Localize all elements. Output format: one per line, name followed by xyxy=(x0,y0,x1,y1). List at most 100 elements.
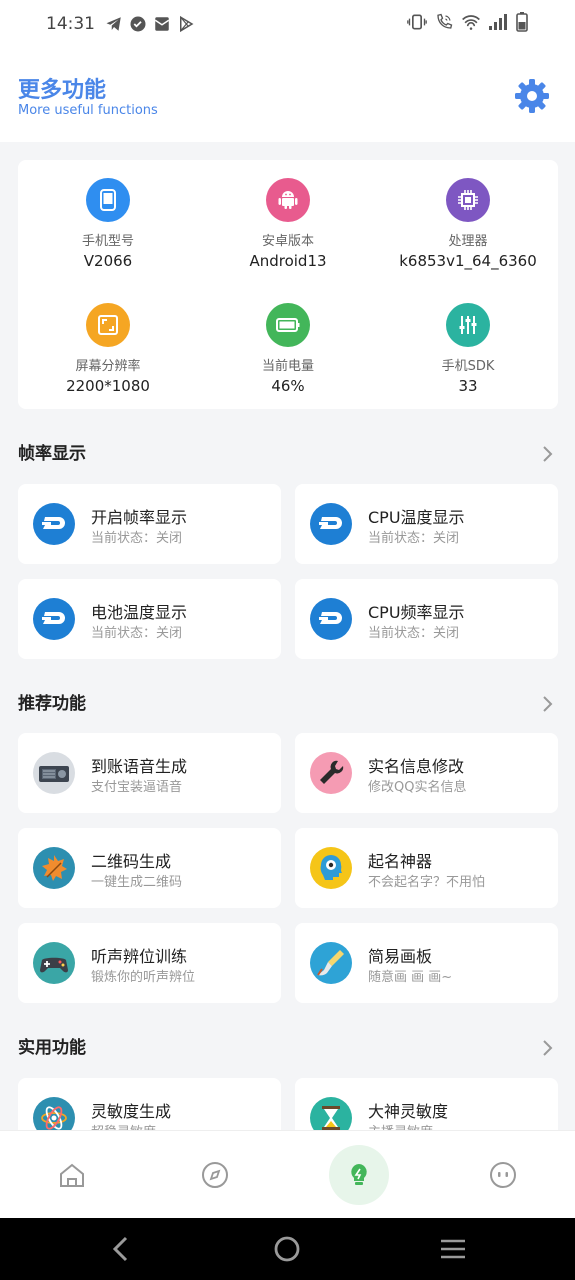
card-subtitle: 主播灵敏度 xyxy=(368,1121,433,1130)
card-title: CPU频率显示 xyxy=(368,603,465,622)
nav-home-icon[interactable] xyxy=(42,1145,102,1205)
chevron-right-icon[interactable] xyxy=(542,445,554,463)
info-label: 屏幕分辨率 xyxy=(75,359,141,374)
page-title: 更多功能 xyxy=(18,78,107,103)
card-title: 到账语音生成 xyxy=(91,757,188,776)
card-subtitle: 超稳灵敏度 xyxy=(91,1121,156,1130)
info-value: 33 xyxy=(458,377,478,395)
nav-bulb-icon[interactable] xyxy=(329,1145,389,1205)
card-realname-edit[interactable]: 实名信息修改 修改QQ实名信息 xyxy=(295,733,558,813)
dash-icon xyxy=(310,503,352,545)
section-title: 实用功能 xyxy=(18,1038,86,1058)
card-subtitle: 当前状态：关闭 xyxy=(91,531,183,546)
card-sensitivity-generator[interactable]: 灵敏度生成 超稳灵敏度 xyxy=(18,1078,281,1130)
battery-icon xyxy=(515,12,529,36)
card-cpu-freq[interactable]: CPU频率显示 当前状态：关闭 xyxy=(295,579,558,659)
settings-gear-icon[interactable] xyxy=(512,76,552,116)
status-time: 14:31 xyxy=(46,14,95,34)
home-circle-icon[interactable] xyxy=(272,1234,302,1264)
card-title: 简易画板 xyxy=(368,947,433,966)
signal-icon xyxy=(488,13,508,35)
nav-robot-icon[interactable] xyxy=(473,1145,533,1205)
info-phone-model: 手机型号 V2066 xyxy=(18,178,198,270)
page-subtitle: More useful functions xyxy=(18,103,158,118)
chevron-right-icon[interactable] xyxy=(542,1039,554,1057)
info-value: Android13 xyxy=(249,252,327,270)
radio-icon xyxy=(33,752,75,794)
chevron-right-icon[interactable] xyxy=(542,695,554,713)
mail-icon xyxy=(153,15,171,33)
card-sound-training[interactable]: 听声辨位训练 锻炼你的听声辨位 xyxy=(18,923,281,1003)
card-subtitle: 修改QQ实名信息 xyxy=(368,780,467,795)
battery-level-icon xyxy=(266,303,310,347)
card-subtitle: 不会起名字？不用怕 xyxy=(368,875,486,890)
card-title: 起名神器 xyxy=(368,852,433,871)
info-label: 手机SDK xyxy=(441,359,495,374)
card-title: CPU温度显示 xyxy=(368,508,465,527)
check-circle-icon xyxy=(129,15,147,33)
android-icon xyxy=(266,178,310,222)
dash-icon xyxy=(33,503,75,545)
leaf-icon xyxy=(33,847,75,889)
card-voice-generator[interactable]: 到账语音生成 支付宝装逼语音 xyxy=(18,733,281,813)
info-resolution: 屏幕分辨率 2200*1080 xyxy=(18,303,198,395)
info-android-version: 安卓版本 Android13 xyxy=(198,178,378,270)
phone-icon xyxy=(86,178,130,222)
recents-icon[interactable] xyxy=(438,1234,468,1264)
chip-icon xyxy=(446,178,490,222)
card-cpu-temp[interactable]: CPU温度显示 当前状态：关闭 xyxy=(295,484,558,564)
section-title: 推荐功能 xyxy=(18,694,86,714)
card-subtitle: 随意画 画 画~ xyxy=(368,970,453,985)
device-info-card: 手机型号 V2066 安卓版本 Android13 处理器 k6853v1_64… xyxy=(18,160,558,409)
nav-compass-icon[interactable] xyxy=(185,1145,245,1205)
info-battery: 当前电量 46% xyxy=(198,303,378,395)
info-sdk: 手机SDK 33 xyxy=(378,303,558,395)
info-label: 安卓版本 xyxy=(261,234,314,249)
card-drawing-board[interactable]: 简易画板 随意画 画 画~ xyxy=(295,923,558,1003)
card-title: 二维码生成 xyxy=(91,852,172,871)
info-label: 当前电量 xyxy=(261,359,314,374)
card-subtitle: 当前状态：关闭 xyxy=(91,626,183,641)
info-value: V2066 xyxy=(83,252,133,270)
gamepad-icon xyxy=(33,942,75,984)
info-value: k6853v1_64_6360 xyxy=(399,252,537,270)
wifi-icon xyxy=(461,13,481,35)
app-header: 更多功能 More useful functions xyxy=(0,48,575,142)
card-subtitle: 一键生成二维码 xyxy=(91,875,183,890)
telegram-icon xyxy=(105,15,123,33)
card-title: 灵敏度生成 xyxy=(91,1102,172,1121)
card-title: 电池温度显示 xyxy=(91,603,188,622)
wifi-call-icon xyxy=(434,13,454,35)
info-processor: 处理器 k6853v1_64_6360 xyxy=(378,178,558,270)
vibrate-icon xyxy=(407,13,427,35)
screen-icon xyxy=(86,303,130,347)
section-practical-header[interactable]: 实用功能 xyxy=(18,1033,558,1063)
card-title: 听声辨位训练 xyxy=(91,947,188,966)
card-subtitle: 锻炼你的听声辨位 xyxy=(91,970,196,985)
card-subtitle: 支付宝装逼语音 xyxy=(91,780,183,795)
card-name-generator[interactable]: 起名神器 不会起名字？不用怕 xyxy=(295,828,558,908)
main-content[interactable]: 手机型号 V2066 安卓版本 Android13 处理器 k6853v1_64… xyxy=(0,142,575,1130)
atom-icon xyxy=(33,1097,75,1130)
info-label: 手机型号 xyxy=(81,234,134,249)
section-recommend-header[interactable]: 推荐功能 xyxy=(18,689,558,719)
dash-icon xyxy=(33,598,75,640)
dash-icon xyxy=(310,598,352,640)
brain-icon xyxy=(310,847,352,889)
section-fps-header[interactable]: 帧率显示 xyxy=(18,439,558,469)
back-icon[interactable] xyxy=(106,1234,136,1264)
card-subtitle: 当前状态：关闭 xyxy=(368,531,460,546)
hourglass-icon xyxy=(310,1097,352,1130)
info-label: 处理器 xyxy=(448,234,488,249)
info-value: 2200*1080 xyxy=(66,377,150,395)
card-qrcode[interactable]: 二维码生成 一键生成二维码 xyxy=(18,828,281,908)
card-fps-toggle[interactable]: 开启帧率显示 当前状态：关闭 xyxy=(18,484,281,564)
section-title: 帧率显示 xyxy=(18,444,86,464)
card-battery-temp[interactable]: 电池温度显示 当前状态：关闭 xyxy=(18,579,281,659)
card-title: 实名信息修改 xyxy=(368,757,465,776)
card-pro-sensitivity[interactable]: 大神灵敏度 主播灵敏度 xyxy=(295,1078,558,1130)
brush-icon xyxy=(310,942,352,984)
bottom-nav xyxy=(0,1130,575,1218)
status-icons xyxy=(407,12,529,36)
play-store-icon xyxy=(177,15,195,33)
